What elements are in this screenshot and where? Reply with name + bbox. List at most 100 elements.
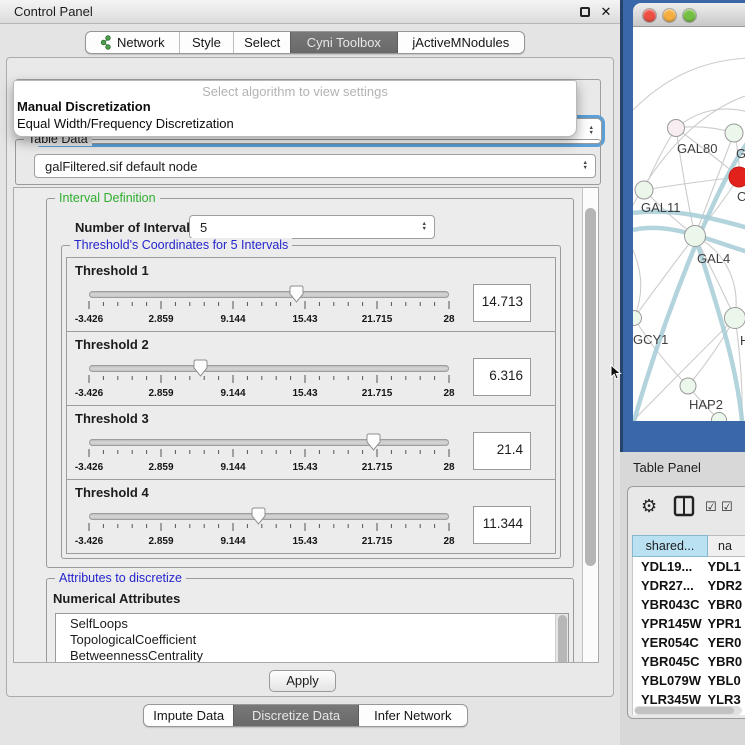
column-header-shared-name[interactable]: shared... [632, 535, 708, 557]
table-row[interactable]: YER054CYER0 [633, 633, 745, 652]
numerical-attributes-label: Numerical Attributes [53, 591, 180, 606]
network-node[interactable] [725, 308, 745, 329]
horizontal-scrollbar[interactable] [634, 706, 742, 715]
network-edge [634, 318, 688, 386]
table-header: shared... na [632, 535, 745, 557]
tab-jactivemnodules[interactable]: jActiveMNodules [397, 32, 524, 53]
svg-text:15.43: 15.43 [292, 314, 317, 325]
network-node[interactable] [729, 167, 745, 187]
threshold-value-field[interactable]: 11.344 [473, 506, 531, 544]
tab-style[interactable]: Style [179, 32, 234, 53]
gear-icon[interactable]: ⚙ [641, 496, 657, 517]
table-row[interactable]: YBR043CYBR0 [633, 595, 745, 614]
checkbox-icon[interactable]: ☑ [721, 499, 733, 515]
network-node-label: C [737, 189, 745, 204]
svg-text:21.715: 21.715 [362, 388, 393, 399]
tab-label: Network [117, 35, 165, 50]
svg-text:2.859: 2.859 [148, 314, 173, 325]
slider-track[interactable] [89, 291, 449, 298]
algorithm-dropdown-popup: Select algorithm to view settings Manual… [13, 80, 577, 137]
slider-track[interactable] [89, 439, 449, 446]
slider-thumb[interactable] [250, 507, 267, 526]
network-window-titlebar [633, 3, 745, 27]
threshold-panel: Threshold 2-3.4262.8599.14415.4321.71528… [66, 331, 556, 406]
tab-label: Select [244, 35, 280, 50]
threshold-value-field[interactable]: 6.316 [473, 358, 531, 396]
svg-text:9.144: 9.144 [220, 314, 245, 325]
table-row[interactable]: YDR27...YDR2 [633, 576, 745, 595]
slider-thumb[interactable] [192, 359, 209, 378]
cell-name: YPR1 [703, 614, 745, 633]
column-header-name[interactable]: na [708, 535, 745, 557]
number-of-intervals-combobox[interactable]: 5 ▲▼ [189, 215, 435, 239]
table-row[interactable]: YDL19...YDL1 [633, 557, 745, 576]
numerical-attributes-list[interactable]: SelfLoopsTopologicalCoefficientBetweenne… [55, 613, 569, 663]
scrollbar-thumb[interactable] [585, 208, 596, 566]
table-row[interactable]: YBL079WYBL0 [633, 671, 745, 690]
svg-text:-3.426: -3.426 [75, 536, 104, 547]
threshold-label: Threshold 4 [75, 485, 149, 500]
table-data-group: Table Data galFiltered.sif default node … [15, 139, 601, 185]
tab-label: jActiveMNodules [412, 35, 509, 50]
svg-text:2.859: 2.859 [148, 388, 173, 399]
threshold-value-field[interactable]: 21.4 [473, 432, 531, 470]
close-traffic-light[interactable] [643, 9, 656, 22]
network-node[interactable] [668, 120, 685, 137]
cyni-toolbox-content: Discretization Algorithm ▲▼ Select algor… [6, 57, 614, 697]
tab-label: Infer Network [374, 708, 451, 723]
control-panel-titlebar: Control Panel ✕ [0, 0, 620, 24]
network-node[interactable] [635, 181, 653, 199]
dropdown-option-manual-discretization[interactable]: Manual Discretization [17, 99, 151, 114]
network-node-label: GAL11 [641, 200, 681, 215]
tab-select[interactable]: Select [233, 32, 290, 53]
tab-discretize-data[interactable]: Discretize Data [233, 705, 357, 726]
dropdown-option-equal-width-frequency[interactable]: Equal Width/Frequency Discretization [17, 116, 234, 131]
tab-impute-data[interactable]: Impute Data [144, 705, 233, 726]
minimize-traffic-light[interactable] [663, 9, 676, 22]
table-row[interactable]: YPR145WYPR1 [633, 614, 745, 633]
close-icon[interactable]: ✕ [600, 6, 612, 18]
control-panel: Control Panel ✕ Network Style Select Cyn… [0, 0, 620, 745]
tab-cyni-toolbox[interactable]: Cyni Toolbox [290, 32, 397, 53]
tab-network[interactable]: Network [86, 32, 179, 53]
slider-track[interactable] [89, 365, 449, 372]
table-data-combobox[interactable]: galFiltered.sif default node ▲▼ [34, 154, 596, 178]
network-canvas[interactable]: GAL80GAGAL11CGAL4GCY1HHAP2 [633, 27, 745, 421]
svg-text:15.43: 15.43 [292, 388, 317, 399]
slider-thumb[interactable] [365, 433, 382, 452]
float-window-icon[interactable] [580, 6, 592, 18]
network-node[interactable] [725, 124, 743, 142]
combo-value: galFiltered.sif default node [35, 159, 197, 174]
threshold-panel: Threshold 1-3.4262.8599.14415.4321.71528… [66, 257, 556, 332]
network-node-label: HAP2 [689, 397, 723, 412]
attribute-item[interactable]: BetweennessCentrality [70, 648, 568, 663]
slider-track[interactable] [89, 513, 449, 520]
network-icon [100, 35, 112, 50]
table-panel-title: Table Panel [633, 460, 701, 475]
network-node[interactable] [685, 226, 706, 247]
cell-name: YDL1 [703, 557, 745, 576]
network-edge [633, 250, 641, 318]
vertical-scrollbar[interactable] [582, 188, 598, 662]
svg-text:-3.426: -3.426 [75, 314, 104, 325]
svg-text:21.715: 21.715 [362, 536, 393, 547]
threshold-panel: Threshold 3-3.4262.8599.14415.4321.71528… [66, 405, 556, 480]
checkbox-icon[interactable]: ☑ [705, 499, 717, 515]
network-node[interactable] [633, 311, 642, 326]
list-scrollbar[interactable] [555, 614, 568, 663]
cell-shared-name: YBL079W [633, 671, 703, 690]
columns-icon[interactable] [673, 495, 695, 517]
scrollbar-thumb[interactable] [635, 707, 734, 714]
threshold-value-field[interactable]: 14.713 [473, 284, 531, 322]
apply-button[interactable]: Apply [269, 670, 336, 692]
network-node[interactable] [712, 413, 727, 422]
table-row[interactable]: YBR045CYBR0 [633, 652, 745, 671]
zoom-traffic-light[interactable] [683, 9, 696, 22]
attribute-item[interactable]: TopologicalCoefficient [70, 632, 568, 648]
slider-thumb[interactable] [288, 285, 305, 304]
threshold-coordinates-group: Threshold's Coordinates for 5 Intervals … [61, 245, 561, 559]
network-edge [644, 128, 676, 190]
attribute-item[interactable]: SelfLoops [70, 616, 568, 632]
network-node[interactable] [680, 378, 696, 394]
tab-infer-network[interactable]: Infer Network [358, 705, 467, 726]
